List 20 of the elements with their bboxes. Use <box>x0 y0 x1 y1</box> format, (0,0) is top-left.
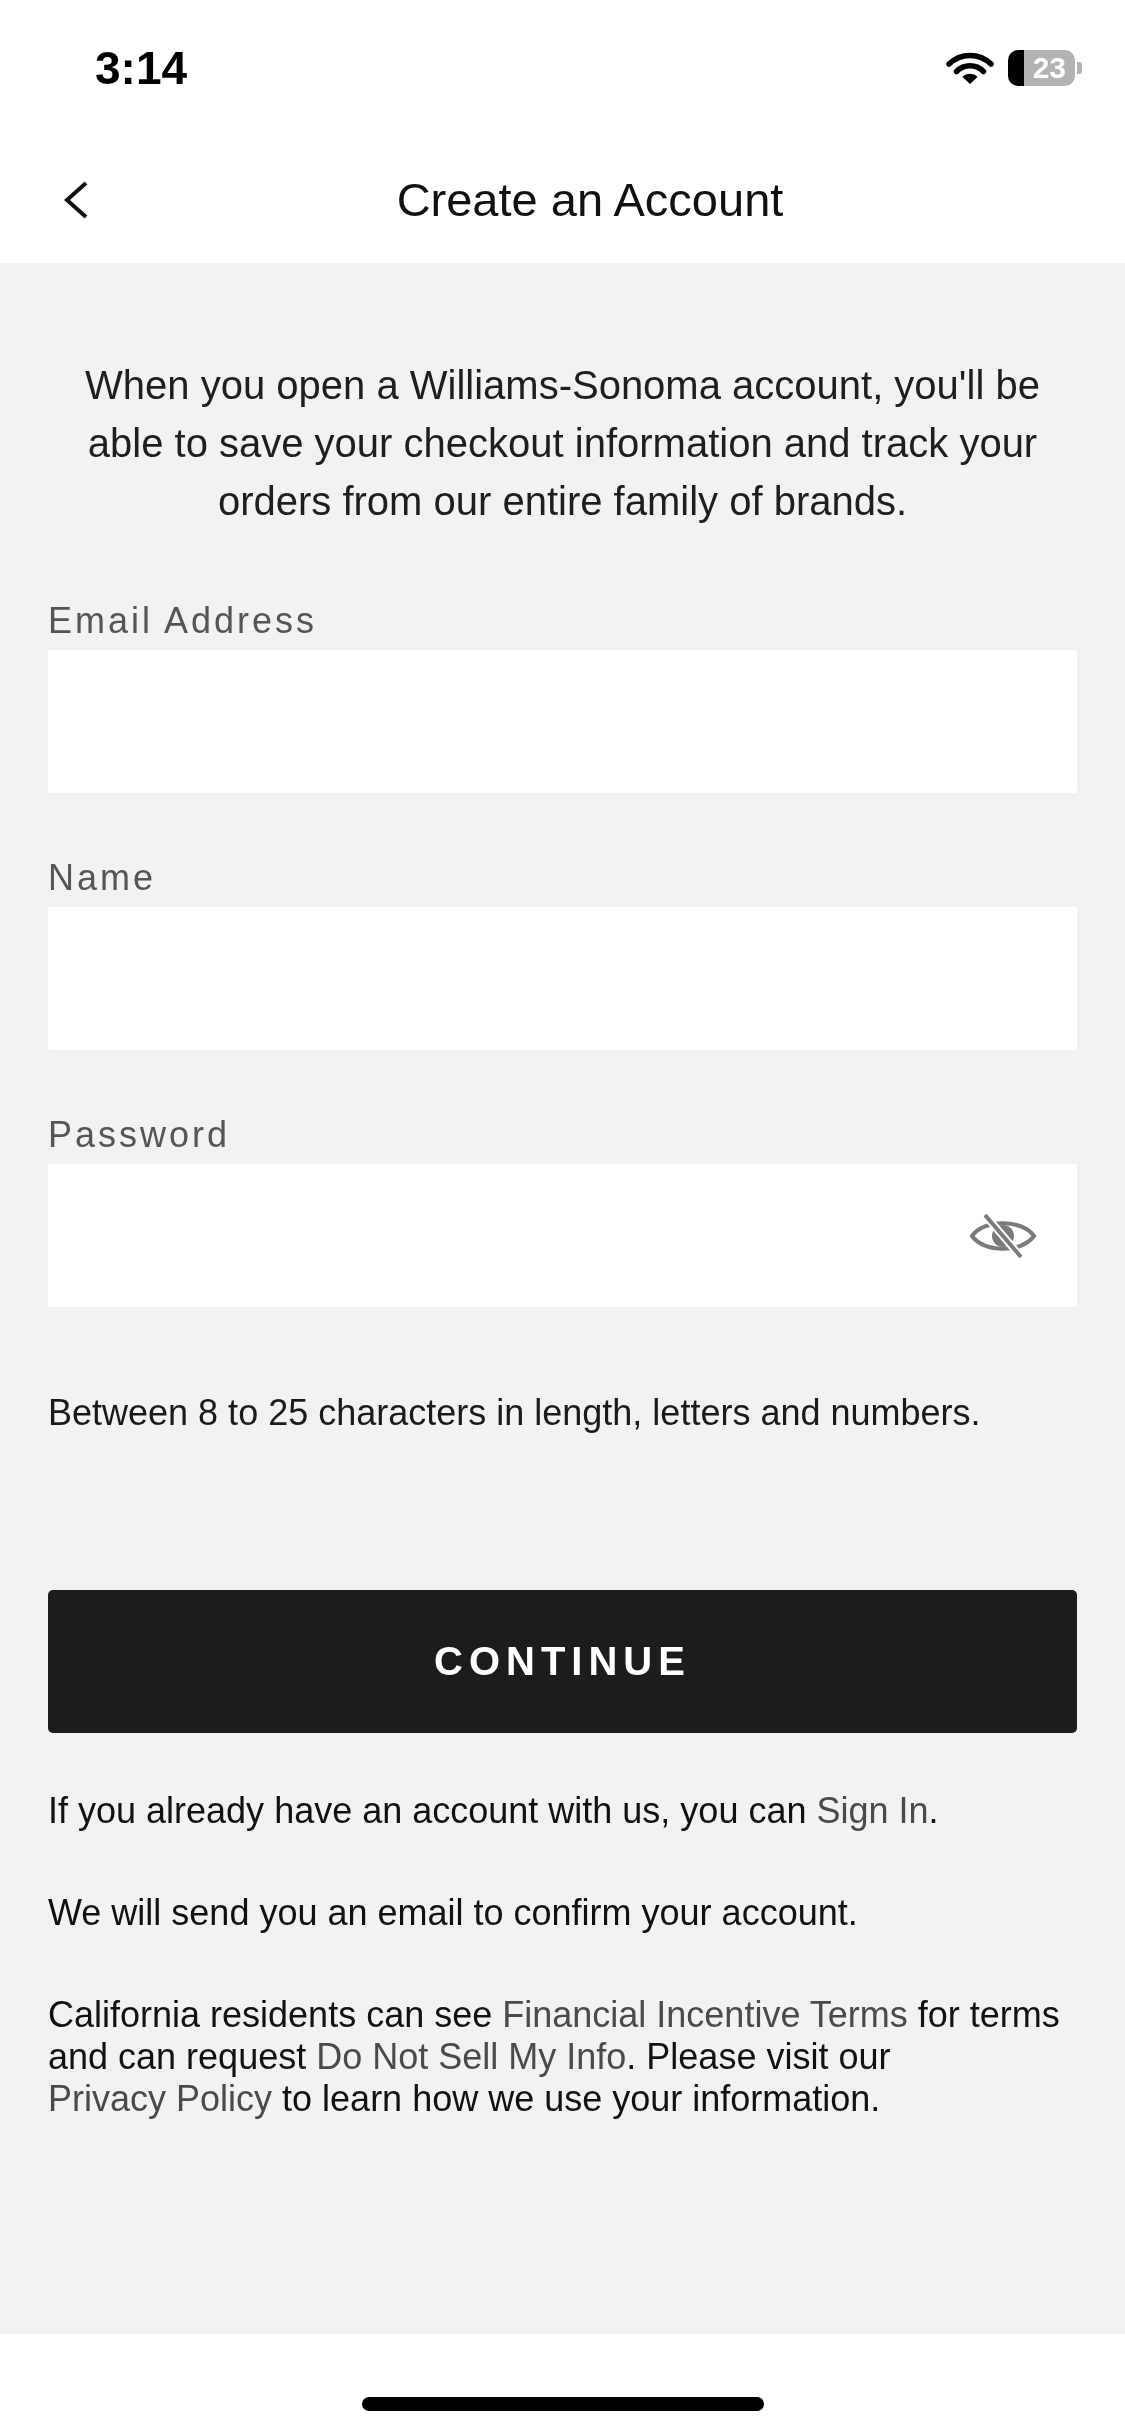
page-title: Create an Account <box>396 172 784 227</box>
battery-indicator: 23 <box>1008 50 1082 86</box>
field-label: Email Address <box>48 601 318 641</box>
field-label: Password <box>48 1115 231 1155</box>
info-text: If you already have an account with us, you can Sign In. <box>48 1790 940 1832</box>
password-hint: Between 8 to 25 characters in length, letters and numbers. <box>48 1393 982 1433</box>
info-text: California residents can see Financial Incentive Terms for terms and can request Do Not Sell My Info. Please visit our Privacy Policy to learn how we use your information. <box>48 1994 1061 2120</box>
status-time: 3:14 <box>95 41 188 95</box>
text-link[interactable]: Privacy Policy <box>48 2078 273 2119</box>
intro-text: When you open a Williams-Sonoma account, you'll be able to save your checkout information and track your orders from our entire family of brands. <box>84 362 1041 525</box>
chevron-left-icon <box>63 180 89 219</box>
wifi-icon <box>946 51 994 85</box>
continue-button[interactable]: CONTINUE <box>48 1590 1077 1733</box>
password-field[interactable] <box>48 1164 1077 1307</box>
text-link[interactable]: Do Not Sell My Info <box>316 2036 627 2077</box>
field-label: Name <box>48 858 157 898</box>
text-link[interactable]: Financial Incentive Terms <box>502 1994 908 2035</box>
info-text: We will send you an email to confirm your account. <box>48 1892 859 1934</box>
eye-slash-icon[interactable] <box>969 1211 1037 1260</box>
text-link[interactable]: Sign In <box>816 1790 929 1831</box>
